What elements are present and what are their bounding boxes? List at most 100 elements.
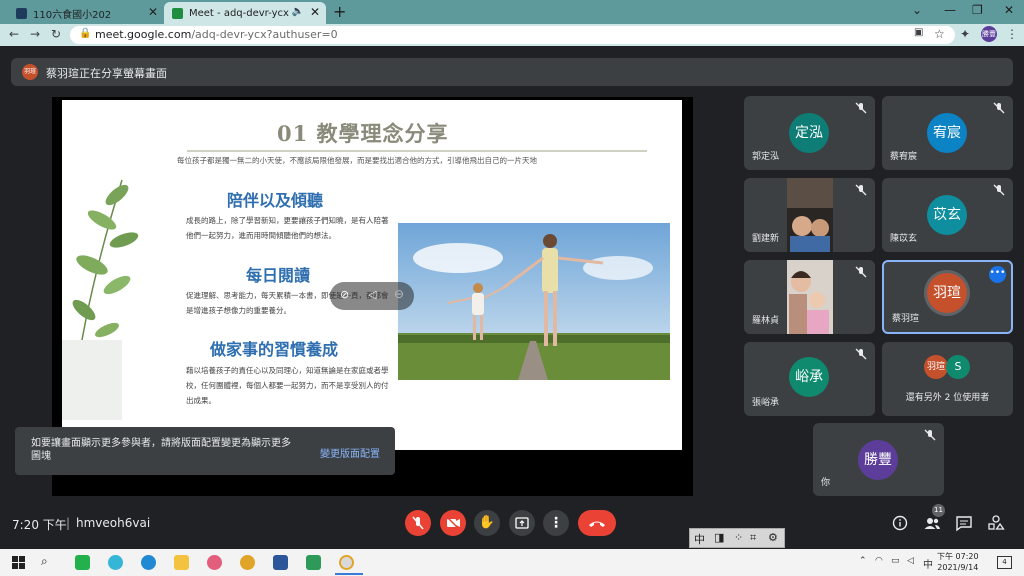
more-vert-icon: ⋮ (549, 515, 563, 531)
ime-halfwidth-icon[interactable]: ◨ (714, 531, 724, 544)
app-icon[interactable] (306, 555, 321, 570)
toast-message: 如要讓畫面顯示更多參與者，請將版面配置變更為顯示更多圖塊 (31, 438, 291, 462)
participant-avatar: 勝豐 (858, 440, 898, 480)
chrome-active-icon[interactable] (339, 555, 354, 570)
new-tab-icon[interactable]: + (333, 2, 346, 21)
participant-tile[interactable]: 峪承 張峪承 (744, 342, 875, 416)
participant-count-badge: 11 (932, 504, 945, 517)
participant-video (787, 178, 833, 252)
line-app-icon[interactable] (75, 555, 90, 570)
other-participants-tile[interactable]: 羽瑄 S 還有另外 2 位使用者 (882, 342, 1013, 416)
close-tab-icon[interactable]: ✕ (148, 5, 158, 19)
other-avatar: S (946, 355, 970, 379)
participant-name: 劉建新 (752, 234, 780, 244)
section-body: 藉以培養孩子的責任心以及同理心，知道無論是在家庭或者學校，任何團體裡，每個人都要… (186, 366, 389, 405)
notifications-icon[interactable]: 4 (997, 556, 1012, 569)
minimize-icon[interactable]: — (944, 3, 956, 17)
speaker-icon[interactable]: 🔈 (292, 6, 304, 17)
mic-off-icon (412, 516, 424, 530)
extensions-icon[interactable]: ✦ (960, 27, 970, 41)
change-layout-button[interactable]: 變更版面配置 (320, 445, 380, 460)
mic-off-icon (855, 348, 867, 360)
back-icon[interactable]: ← (9, 27, 19, 41)
participant-name: 張峪承 (752, 398, 780, 408)
reload-icon[interactable]: ↻ (51, 27, 61, 41)
close-tab-icon[interactable]: ✕ (310, 5, 320, 19)
volume-icon[interactable]: ◁ (368, 288, 376, 301)
ime-toolbar[interactable]: 中 ◨ ⁘ ⌗ ⚙ (689, 528, 785, 548)
participant-tile[interactable]: 劉建新 (744, 178, 875, 252)
maximize-icon[interactable]: ❐ (972, 3, 983, 17)
ime-settings-icon[interactable]: ⚙ (768, 531, 778, 544)
meeting-code: hmveoh6vai (76, 516, 151, 530)
participant-tile[interactable]: 宥宸 蔡宥宸 (882, 96, 1013, 170)
self-tile[interactable]: 勝豐 你 (813, 423, 944, 496)
close-window-icon[interactable]: ✕ (1004, 3, 1014, 17)
app-icon[interactable] (207, 555, 222, 570)
ime-mode[interactable]: 中 (694, 531, 705, 547)
more-options-icon[interactable]: ••• (989, 266, 1006, 283)
mic-off-icon (993, 102, 1005, 114)
battery-icon[interactable]: ▭ (891, 556, 900, 566)
mic-off-icon (855, 102, 867, 114)
tab-label: Meet - adq-devr-ycx (189, 7, 289, 19)
star-icon[interactable]: ☆ (934, 27, 945, 41)
word-icon[interactable] (273, 555, 288, 570)
slide-intro: 每位孩子都是獨一無二的小天使，不應該局限他發展，而是要找出適合他的方式，引導他飛… (177, 156, 537, 165)
language-indicator[interactable]: 中 (923, 556, 933, 571)
participant-tile[interactable]: 苡玄 陳苡玄 (882, 178, 1013, 252)
hand-icon: ✋ (478, 515, 496, 530)
menu-icon[interactable]: ⋮ (1006, 27, 1018, 41)
camera-toggle-button[interactable] (440, 510, 466, 536)
lock-icon[interactable]: 🔒 (79, 28, 91, 39)
participant-name: 羅林貞 (752, 316, 780, 326)
wifi-icon[interactable]: ◠ (875, 556, 883, 566)
participant-video (787, 260, 833, 334)
leave-call-button[interactable] (578, 510, 616, 536)
chrome-icon[interactable] (240, 555, 255, 570)
section-heading: 陪伴以及傾聽 (227, 191, 324, 210)
presenting-text: 蔡羽瑄正在分享螢幕畫面 (46, 67, 167, 80)
system-clock[interactable]: 下午 07:20 2021/9/14 (937, 551, 979, 573)
meeting-time: 7:20 下午 (12, 518, 67, 532)
classroom-favicon-icon (16, 7, 27, 19)
app-icon[interactable] (108, 555, 123, 570)
others-label: 還有另外 2 位使用者 (905, 393, 990, 403)
separator: | (66, 516, 71, 530)
tab-search-icon[interactable]: ⌄ (912, 3, 922, 17)
meet-favicon-icon (172, 7, 183, 19)
activities-button[interactable] (987, 514, 1005, 532)
chat-button[interactable] (955, 514, 973, 532)
profile-avatar[interactable]: 勝豐 (981, 26, 997, 42)
raise-hand-button[interactable]: ✋ (474, 510, 500, 536)
participant-tile[interactable]: 羅林貞 (744, 260, 875, 334)
mic-off-icon (855, 266, 867, 278)
windows-start-icon[interactable] (12, 556, 25, 569)
participant-tile[interactable]: 定泓 郭定泓 (744, 96, 875, 170)
tab-meet[interactable]: Meet - adq-devr-ycx 🔈 ✕ (164, 2, 326, 24)
tab-classroom[interactable]: 110六食國小202 ✕ (8, 2, 164, 24)
search-icon[interactable]: ⌕ (41, 554, 48, 569)
meeting-details-button[interactable] (891, 514, 909, 532)
ime-tool-icon[interactable]: ⌗ (750, 531, 756, 545)
remove-icon[interactable]: ⊖ (394, 287, 404, 301)
camera-blocked-icon[interactable]: ▣ (914, 27, 923, 38)
forward-icon[interactable]: → (30, 27, 40, 41)
share-overlay-controls[interactable]: ⊘ ◁ ⊖ (330, 282, 414, 310)
participant-name: 陳苡玄 (890, 234, 918, 244)
present-button[interactable] (509, 510, 535, 536)
mic-toggle-button[interactable] (405, 510, 431, 536)
participant-name: 你 (821, 478, 831, 488)
plant-decoration (62, 179, 139, 420)
other-avatar: 羽瑄 (924, 355, 948, 379)
url-text[interactable]: meet.google.com/adq-devr-ycx?authuser=0 (95, 28, 338, 41)
section-heading: 每日閱讀 (246, 266, 311, 285)
volume-tray-icon[interactable]: ◁ (907, 556, 914, 566)
more-options-button[interactable]: ⋮ (543, 510, 569, 536)
ime-punct-icon[interactable]: ⁘ (734, 531, 743, 544)
file-explorer-icon[interactable] (174, 555, 189, 570)
tray-chevron-icon[interactable]: ⌃ (859, 556, 867, 566)
edge-icon[interactable] (141, 555, 156, 570)
mic-muted-icon[interactable]: ⊘ (340, 288, 349, 301)
participant-tile-presenter[interactable]: 羽瑄 ••• 蔡羽瑄 (882, 260, 1013, 334)
